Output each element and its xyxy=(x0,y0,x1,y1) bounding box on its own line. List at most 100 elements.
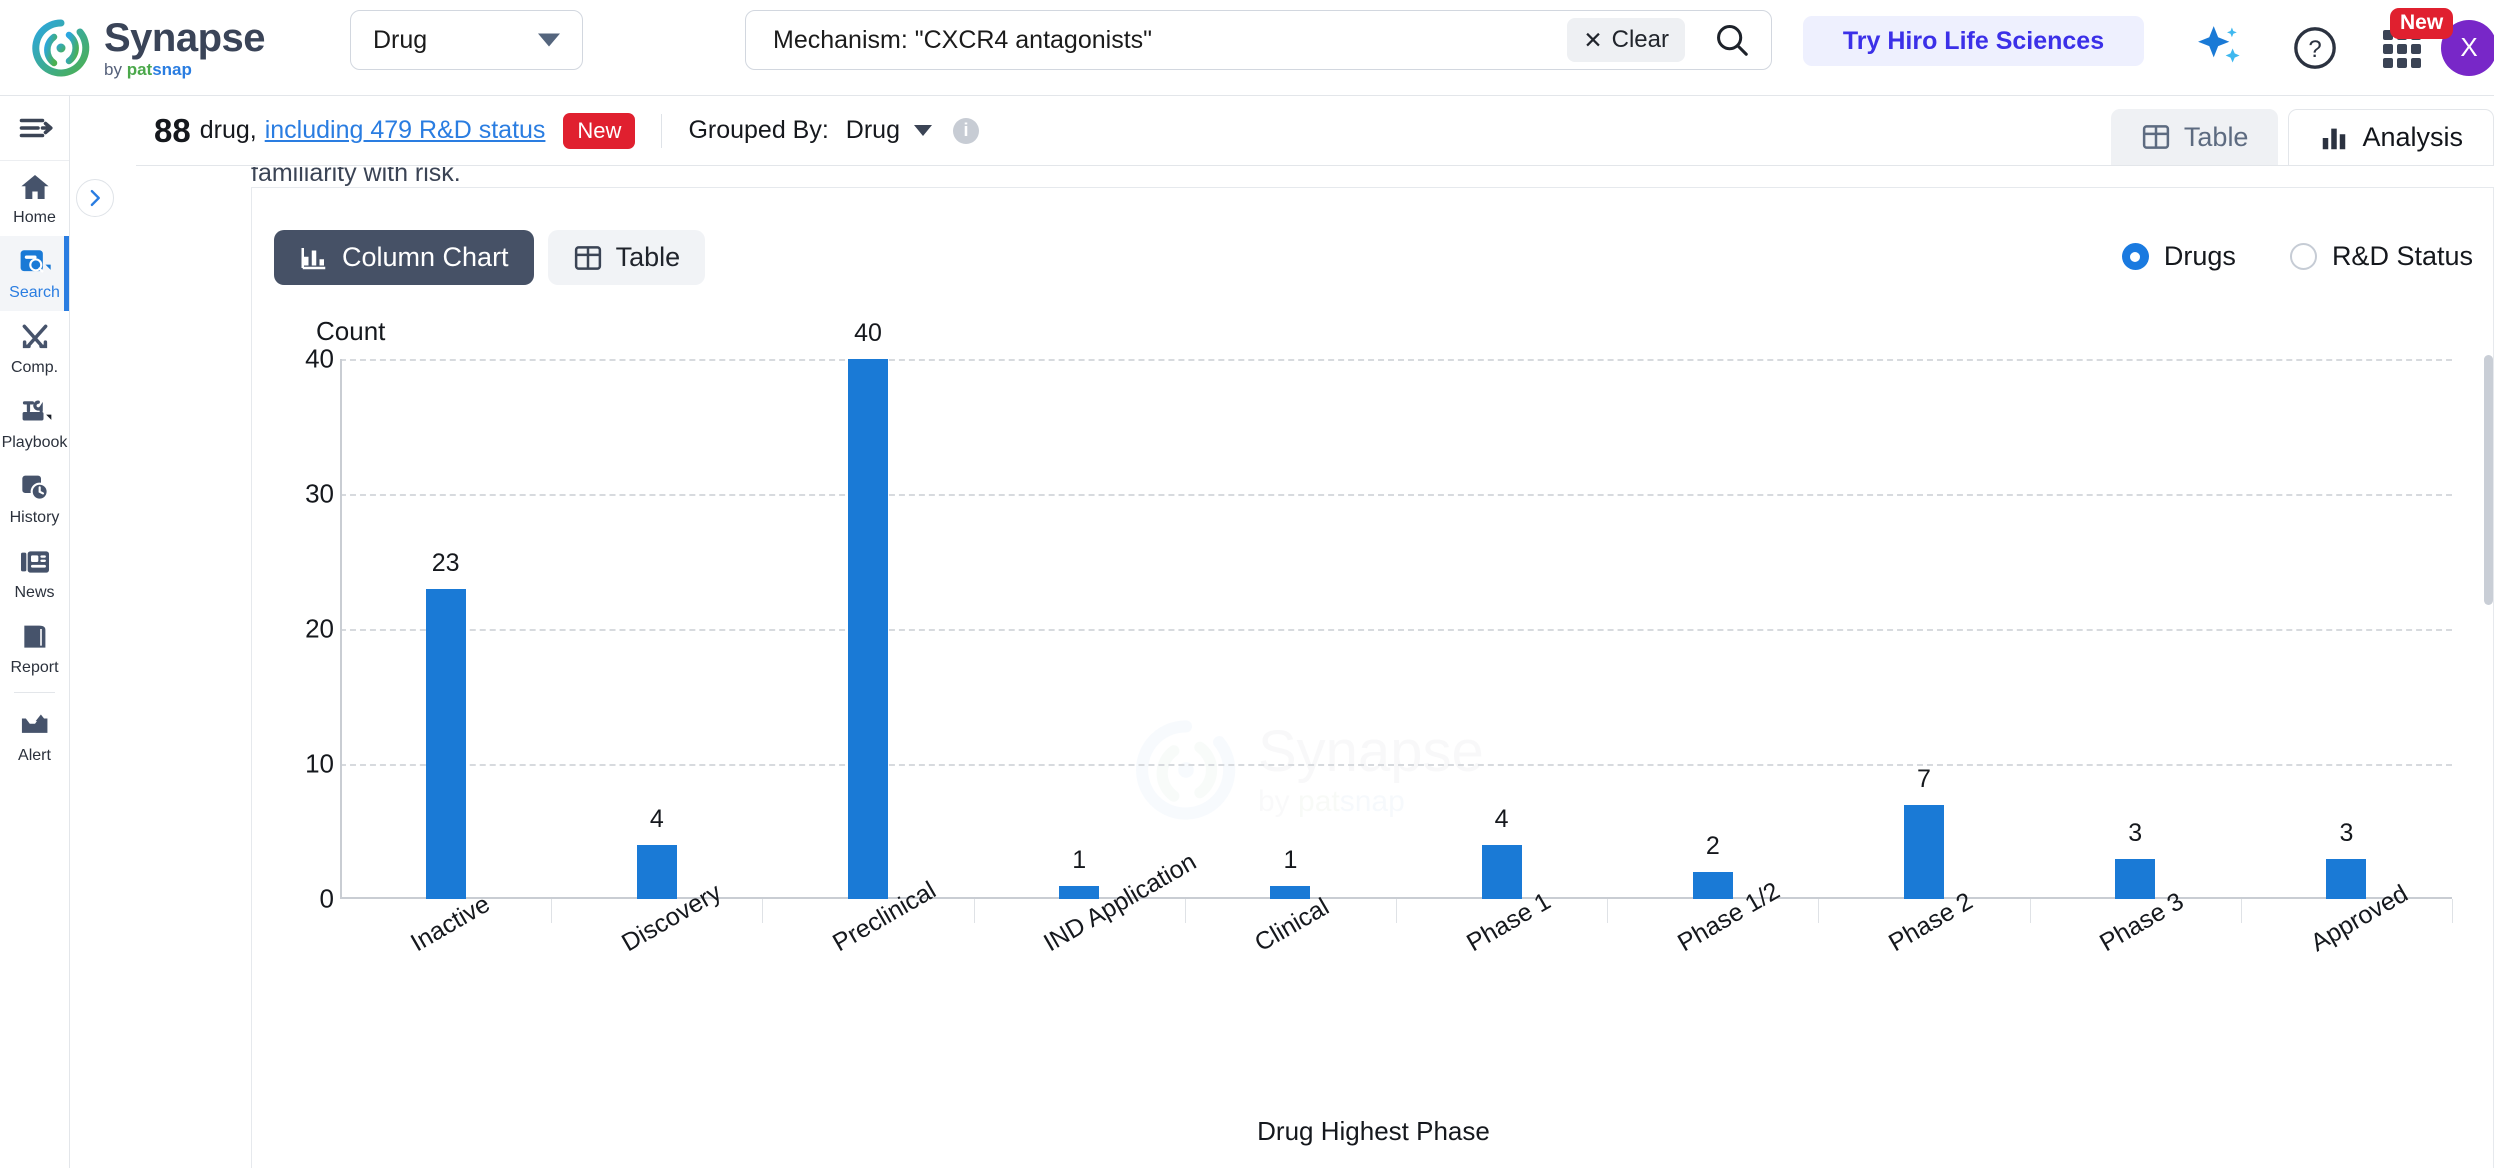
report-book-icon xyxy=(18,620,52,654)
synapse-logo-icon xyxy=(30,17,92,79)
chart-bar[interactable] xyxy=(1481,845,1522,899)
brand-tagline: by patsnap xyxy=(104,59,192,79)
x-tick-separator xyxy=(2029,899,2031,923)
rd-status-link[interactable]: including 479 R&D status xyxy=(265,116,546,145)
question-mark-circle-icon: ? xyxy=(2294,26,2336,69)
y-axis-tick: 0 xyxy=(319,883,334,914)
help-button[interactable]: ? xyxy=(2290,23,2340,73)
sidebar-item-alert[interactable]: Alert xyxy=(0,699,69,774)
swords-icon xyxy=(18,320,52,354)
column-chart-icon xyxy=(301,247,326,269)
sidebar-item-home[interactable]: Home xyxy=(0,161,69,236)
grouped-by-label: Grouped By: xyxy=(688,116,829,144)
toggle-table[interactable]: Table xyxy=(547,230,706,285)
result-count-word: drug, xyxy=(199,116,257,144)
results-summary-bar: 88 drug, including 479 R&D status New Gr… xyxy=(136,96,2494,166)
chevron-down-icon xyxy=(538,33,560,47)
chart-bar[interactable] xyxy=(1270,885,1311,899)
x-tick-separator xyxy=(973,899,975,923)
radio-rd-status[interactable]: R&D Status xyxy=(2289,241,2473,272)
x-tick-separator xyxy=(2452,899,2453,923)
grouped-by-value[interactable]: Drug xyxy=(846,116,900,145)
radio-drugs-dot[interactable] xyxy=(2121,243,2149,270)
search-submit-button[interactable] xyxy=(1701,21,1763,59)
x-tick-separator xyxy=(1818,899,1820,923)
sidebar-collapse-button[interactable] xyxy=(0,96,69,161)
sidebar-label-comp: Comp. xyxy=(10,359,59,376)
search-bar[interactable]: Mechanism: "CXCR4 antagonists" ✕ Clear xyxy=(745,10,1772,70)
brand-logo[interactable]: Synapse by patsnap xyxy=(30,17,330,79)
x-tick-separator xyxy=(551,899,553,923)
radio-rd-status-dot[interactable] xyxy=(2289,243,2317,270)
left-sidebar: Home Search Comp. Playbook History News … xyxy=(0,96,70,1168)
bar-value-label: 3 xyxy=(2339,818,2354,847)
bar-value-label: 4 xyxy=(649,805,664,833)
chart-bar[interactable] xyxy=(2326,858,2367,899)
sidebar-item-history[interactable]: History xyxy=(0,461,69,536)
gridline xyxy=(340,494,2452,496)
radio-drugs[interactable]: Drugs xyxy=(2121,241,2236,272)
svg-text:?: ? xyxy=(2308,36,2321,63)
x-tick-separator xyxy=(1607,899,1609,923)
y-axis-tick: 10 xyxy=(305,748,334,779)
clear-label: Clear xyxy=(1611,26,1669,53)
gridline xyxy=(340,629,2452,631)
search-input[interactable]: Mechanism: "CXCR4 antagonists" xyxy=(746,26,1567,55)
bar-value-label: 23 xyxy=(431,548,460,577)
chart-bar[interactable] xyxy=(425,588,466,899)
table-grid-icon xyxy=(2142,125,2170,149)
tab-table[interactable]: Table xyxy=(2110,109,2279,165)
sidebar-label-history: History xyxy=(9,509,60,526)
chart-bar[interactable] xyxy=(636,845,677,899)
clipped-description-text: familiarity with risk. xyxy=(251,167,461,187)
search-type-dropdown[interactable]: Drug xyxy=(350,10,583,70)
sidebar-item-report[interactable]: Report xyxy=(0,611,69,686)
tab-analysis[interactable]: Analysis xyxy=(2288,109,2494,165)
x-tick-separator xyxy=(762,899,764,923)
brand-name: Synapse xyxy=(104,15,266,60)
history-clock-icon xyxy=(18,470,52,504)
bar-value-label: 40 xyxy=(854,319,882,347)
analysis-content: familiarity with risk. Column Chart Tabl… xyxy=(136,167,2494,1168)
toggle-table-label: Table xyxy=(615,242,681,272)
chart-card: Column Chart Table Drugs R&D Status Coun… xyxy=(251,187,2494,1168)
x-axis-title: Drug Highest Phase xyxy=(1257,1116,1490,1146)
sidebar-item-news[interactable]: News xyxy=(0,536,69,611)
toggle-column-chart-label: Column Chart xyxy=(342,242,509,272)
chart-view-toggle: Column Chart Table xyxy=(274,230,706,285)
bar-chart-icon xyxy=(2323,128,2346,149)
chart-bar[interactable] xyxy=(1692,872,1733,899)
toolbox-icon xyxy=(18,395,52,429)
chevron-down-icon[interactable] xyxy=(913,125,932,136)
expand-panel-button[interactable] xyxy=(76,179,114,217)
result-count: 88 xyxy=(154,111,191,149)
search-type-value: Drug xyxy=(373,25,428,54)
x-tick-separator xyxy=(1184,899,1186,923)
chart-bar[interactable] xyxy=(1059,885,1100,899)
sidebar-item-search[interactable]: Search xyxy=(0,236,69,311)
plot-area: 0 10 20 30 40 23 Inactive 4 Discovery 40 Preclinic… xyxy=(305,319,2453,957)
chart-bar[interactable] xyxy=(2115,858,2156,899)
gridline xyxy=(340,359,2452,361)
tab-table-label: Table xyxy=(2183,121,2249,152)
sidebar-item-comp[interactable]: Comp. xyxy=(0,311,69,386)
search-icon xyxy=(1717,25,1748,56)
sidebar-label-alert: Alert xyxy=(18,747,51,764)
x-axis-tick-label: Inactive xyxy=(405,889,495,958)
x-axis-tick-label: Clinical xyxy=(1250,892,1335,958)
x-tick-separator xyxy=(2240,899,2242,923)
ai-sparkle-button[interactable] xyxy=(2192,20,2248,76)
toggle-column-chart[interactable]: Column Chart xyxy=(274,230,534,285)
sidebar-item-playbook[interactable]: Playbook xyxy=(0,386,69,461)
x-tick-separator xyxy=(1396,899,1397,923)
search-doc-icon xyxy=(18,245,52,279)
info-icon[interactable]: i xyxy=(952,117,979,144)
bar-value-label: 1 xyxy=(1072,845,1087,874)
vertical-scrollbar[interactable] xyxy=(2484,355,2493,605)
y-axis-line xyxy=(340,359,342,899)
chart-bar[interactable] xyxy=(1904,804,1944,899)
chart-bar[interactable] xyxy=(848,359,888,899)
close-icon: ✕ xyxy=(1583,26,1603,53)
try-hiro-life-sciences-button[interactable]: Try Hiro Life Sciences xyxy=(1803,16,2144,66)
clear-search-button[interactable]: ✕ Clear xyxy=(1567,18,1685,62)
